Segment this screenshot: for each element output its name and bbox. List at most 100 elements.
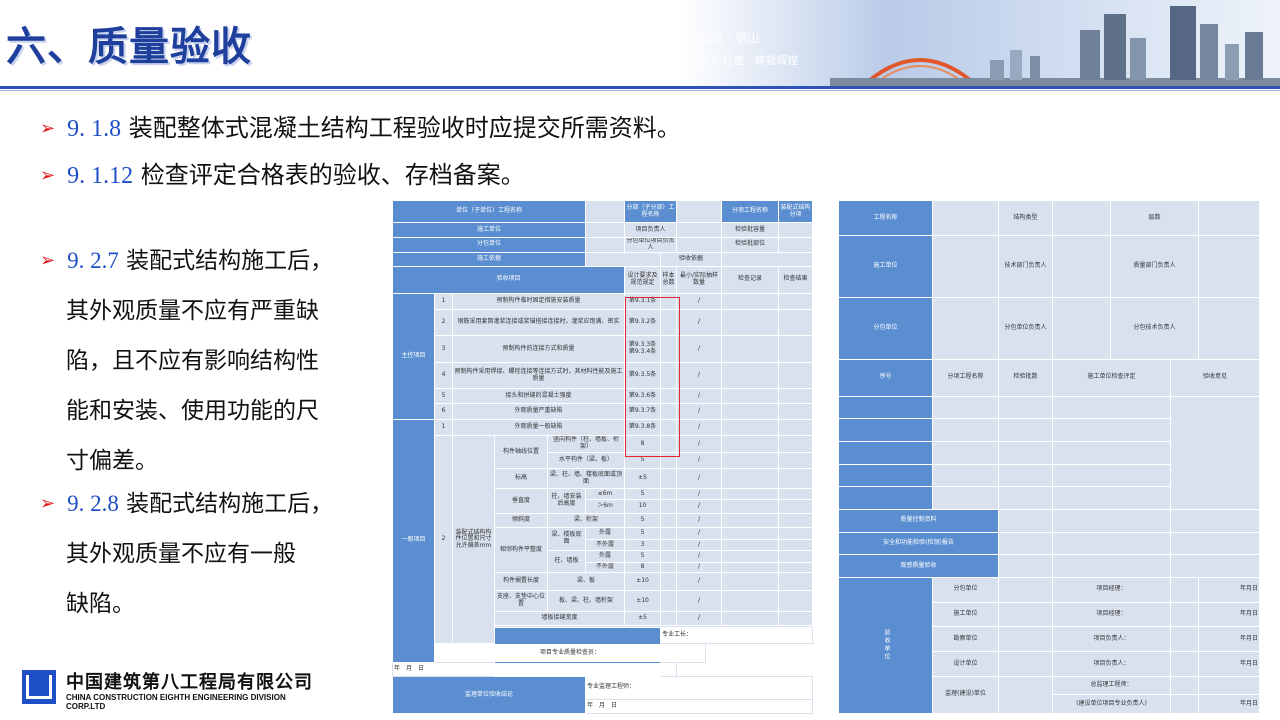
cell-value: / [676,292,723,310]
cell-value [721,308,780,337]
cell-label: 质量部门负责人 [1109,235,1200,298]
item-text: 板、梁、柱、墙桁架 [546,590,626,612]
cell-label: 检验批部位 [721,236,780,253]
cell-value [585,199,626,224]
cell-value [778,498,814,514]
tolerance-value: 3 [624,539,662,551]
empty-row-cell [838,418,933,442]
cell-value [660,527,678,541]
bullet-item-1: ➢ 9. 1.8 装配整体式混凝土结构工程验收时应提交所需资料。 [40,108,681,143]
cell-value: / [676,549,723,563]
date-line: 年月日 [1198,651,1261,677]
signature-line: (建设单位项目专业负责人) [1052,694,1171,714]
cell-value [778,488,814,500]
paragraph-line: 陷，且不应有影响结构性 [66,348,319,374]
signature-line: 专业监理工程师： [585,676,814,700]
cell-value [660,572,678,592]
cell-value: / [676,419,723,437]
item-text: 构件搁置长度 [494,572,548,592]
cell-value [721,610,780,627]
paragraph-line: 装配式结构施工后， [118,248,334,274]
paragraph-line: 其外观质量不应有严重缺 [66,298,319,324]
cell-value [778,451,814,469]
unit-name: 监理(建设)单位 [932,675,999,715]
empty-row-cell [838,441,933,465]
arrow-bullet-icon: ➢ [40,250,56,271]
date-line: 年月日 [1198,694,1261,714]
slide-title: 六、质量验收 [6,24,252,70]
cell-value [660,561,678,574]
cell-value [778,388,814,404]
cell-value [998,576,1053,603]
item-text: 预制构件的连接方式和质量 [451,335,626,363]
cell-value [721,488,780,500]
tolerance-value: 10 [624,498,662,514]
cell-label: 分项工程名称 [932,358,999,397]
cell-value [778,236,814,253]
empty-row-cell [838,463,933,488]
cscec-logo-icon [22,670,56,704]
cell-value: / [676,610,723,627]
cell-value [1169,694,1200,714]
cell-label: 装配式结构分项 [778,199,814,224]
unit-name: 勘察单位 [932,626,999,653]
clause-code: 9. 2.7 [67,248,119,273]
empty-row-cell [998,395,1053,420]
arrow-bullet-icon: ➢ [40,118,56,139]
empty-row-cell [932,486,999,510]
cell-value [660,488,678,500]
cell-value [1052,531,1171,556]
empty-row-cell [932,441,999,465]
cell-value [778,467,814,490]
arrow-bullet-icon: ➢ [40,165,56,186]
tolerance-value: 5 [624,512,662,529]
item-text: 外露 [585,527,626,541]
cell-value [585,251,662,268]
cell-label: 最小/实际抽样数量 [676,266,723,294]
cell-value: / [676,561,723,574]
cell-label: 项目负责人 [624,222,678,238]
row-number: 5 [434,388,453,404]
row-number: 3 [434,335,453,363]
signature-line: 总监理工程师： [1052,675,1171,696]
cell-value [778,539,814,551]
cell-value [778,610,814,627]
cell-value [721,388,780,404]
cell-value [1052,508,1171,533]
cell-value [660,590,678,612]
bullet-item-2: ➢ 9. 1.12 检查评定合格表的验收、存档备案。 [40,155,525,190]
skyline-banner-image: 山水 · 钢山 匠心打造 · 铸就辉煌 [680,0,1280,88]
cell-label: 分部（子分部）工程名称 [624,199,678,224]
skyline-caption-line-2: 匠心打造 · 铸就辉煌 [700,53,799,67]
item-text: 外观质量严重缺陷 [451,402,626,421]
unit-name: 设计单位 [932,651,999,677]
paragraph-line: 缺陷。 [66,591,135,617]
cell-value [660,549,678,563]
cell-value [778,512,814,529]
cell-label: 验收意见 [1169,358,1261,397]
cell-value [721,590,780,612]
item-text: 支座、支垫中心位置 [494,590,548,612]
item-text: 梁、板 [546,572,626,592]
cell-value [721,512,780,529]
highlight-box [625,297,680,457]
cell-value [721,467,780,490]
cell-value: / [676,402,723,421]
row-number: 2 [434,308,453,337]
paragraph-line: 其外观质量不应有一般 [66,541,296,567]
cell-label: 样本总数 [660,266,678,294]
item-text: 外露 [585,549,626,563]
tolerance-value: 5 [624,488,662,500]
cell-value [721,527,780,541]
item-text: 外观质量一般缺陷 [451,419,626,437]
cell-value [721,292,780,310]
row-number: 4 [434,361,453,390]
cell-value [1169,576,1200,603]
cell-value [660,498,678,514]
empty-row-cell [1052,418,1171,442]
cell-label: 分项工程名称 [721,199,780,224]
empty-row-cell [838,486,933,510]
empty-row-cell [998,486,1053,510]
company-name-en: CHINA CONSTRUCTION EIGHTH ENGINEERING DI… [66,693,286,711]
cell-value [721,549,780,563]
